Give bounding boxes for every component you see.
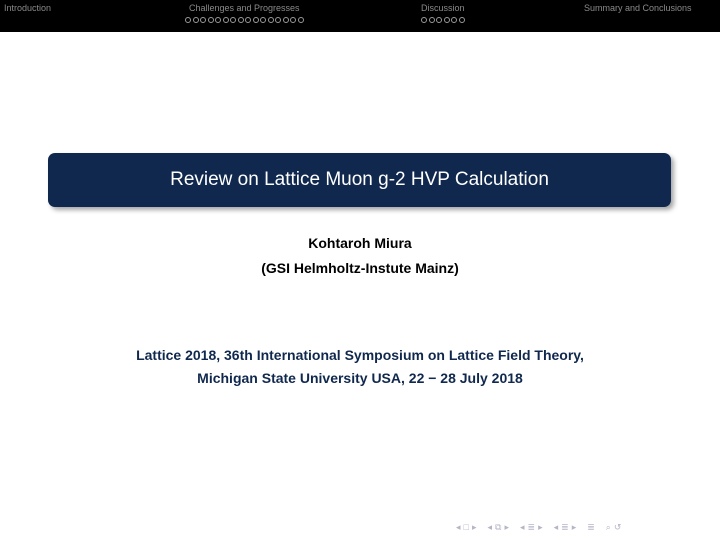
slide-icon[interactable]: □ [464,522,469,532]
back-icon[interactable]: ↺ [614,522,622,532]
nav-section-discussion[interactable]: Discussion [421,3,465,25]
frame-dot[interactable] [451,17,457,23]
frame-dot[interactable] [207,17,214,23]
frame-icon[interactable]: ⧉ [495,522,501,532]
frame-dot[interactable] [185,17,191,23]
nav-section-challenges[interactable]: Challenges and Progresses [185,3,304,25]
frame-dot[interactable] [237,17,244,23]
frame-dot[interactable] [252,17,259,23]
arrow-left-icon[interactable]: ◂ [554,522,559,532]
conference-line-1: Lattice 2018, 36th International Symposi… [136,347,584,363]
frame-dots [185,17,304,25]
frame-dot[interactable] [282,17,289,23]
nav-section-label: Discussion [421,3,465,13]
nav-section-introduction[interactable]: Introduction [4,3,51,14]
section-navigation-bar: Introduction Challenges and Progresses D… [0,0,720,32]
arrow-left-icon[interactable]: ◂ [520,522,525,532]
subsection-icon[interactable]: ≣ [528,522,536,532]
frame-dot[interactable] [267,17,274,23]
conference-line-2: Michigan State University USA, 22 − 28 J… [197,370,523,386]
arrow-left-icon[interactable]: ◂ [488,522,493,532]
arrow-right-icon[interactable]: ▸ [472,522,477,532]
frame-dot[interactable] [458,17,465,23]
frame-dots [421,17,465,25]
author-affiliation: (GSI Helmholtz-Instute Mainz) [261,260,459,276]
frame-dot[interactable] [230,17,236,23]
frame-dot[interactable] [245,17,251,23]
arrow-right-icon[interactable]: ▸ [538,522,543,532]
frame-dot[interactable] [436,17,442,23]
arrow-right-icon[interactable]: ▸ [572,522,577,532]
frame-dot[interactable] [421,17,427,23]
author-name: Kohtaroh Miura [308,235,412,251]
frame-dot[interactable] [200,17,206,23]
nav-section-summary[interactable]: Summary and Conclusions [584,3,692,14]
frame-dot[interactable] [222,17,229,23]
frame-dot[interactable] [192,17,199,23]
frame-dot[interactable] [297,17,304,23]
nav-section-label: Summary and Conclusions [584,3,692,13]
arrow-right-icon[interactable]: ▸ [504,522,509,532]
search-icon[interactable]: ⌕ [606,522,611,532]
frame-dot[interactable] [275,17,281,23]
frame-dot[interactable] [215,17,221,23]
frame-dot[interactable] [260,17,266,23]
arrow-left-icon[interactable]: ◂ [456,522,461,532]
title-box: Review on Lattice Muon g-2 HVP Calculati… [48,153,671,207]
nav-section-label: Challenges and Progresses [188,3,300,13]
frame-dot[interactable] [290,17,296,23]
section-icon[interactable]: ≣ [561,522,569,532]
frame-dot[interactable] [428,17,435,23]
nav-section-label: Introduction [4,3,52,13]
beamer-navigation-controls: ◂ □ ▸ ◂ ⧉ ▸ ◂ ≣ ▸ ◂ ≣ ▸ ≣ ⌕ ↺ [456,521,621,533]
slide-title: Review on Lattice Muon g-2 HVP Calculati… [170,169,549,190]
align-icon[interactable]: ≣ [587,522,595,532]
frame-dot[interactable] [443,17,450,23]
